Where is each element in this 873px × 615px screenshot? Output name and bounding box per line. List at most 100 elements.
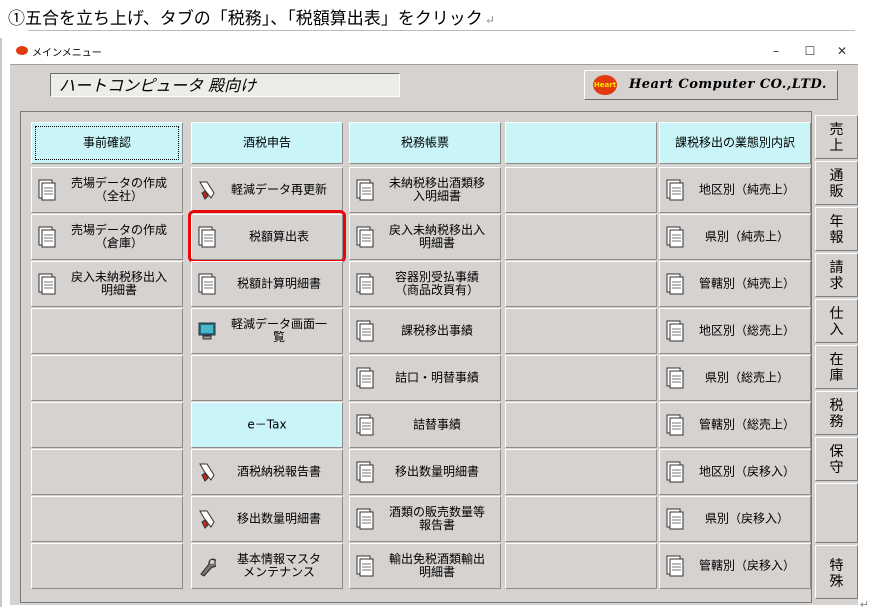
menu-button-liquor-tax-return-6[interactable]: 酒税納税報告書 [191,449,343,495]
empty-cell [31,402,183,448]
cell-label: 事前確認 [82,135,131,150]
document-icon [666,320,684,342]
document-icon [666,461,684,483]
cell-label: 税額算出表 [248,229,309,244]
menu-button-tax-forms-2[interactable]: 容器別受払事績 （商品改頁有） [349,261,501,307]
empty-cell [505,167,657,213]
side-tab-6[interactable]: 税 務 [815,391,858,435]
main-menu-window: メインメニュー – ☐ ✕ ハートコンピュータ 殿向け Heart Heart … [8,38,863,610]
monitor-icon [198,320,216,342]
document-icon [666,179,684,201]
side-tab-5[interactable]: 在 庫 [815,345,858,389]
empty-cell [31,308,183,354]
cell-label: 地区別（純売上） [698,182,795,197]
menu-button-taxable-breakdown-2[interactable]: 管轄別（純売上） [659,261,811,307]
menu-button-pre-check-2[interactable]: 戻入未納税移出入 明細書 [31,261,183,307]
empty-cell [505,261,657,307]
cell-label: 課税移出の業態別内訳 [674,135,795,150]
side-tab-empty [815,483,858,543]
customer-banner: ハートコンピュータ 殿向け [50,73,400,97]
menu-button-taxable-breakdown-3[interactable]: 地区別（総売上） [659,308,811,354]
menu-button-taxable-breakdown-0[interactable]: 地区別（純売上） [659,167,811,213]
side-tab-0[interactable]: 売 上 [815,115,858,159]
company-name: Heart Computer CO.,LTD. [629,77,827,92]
document-icon [38,273,56,295]
menu-button-liquor-tax-return-0[interactable]: 軽減データ再更新 [191,167,343,213]
document-icon [666,414,684,436]
wrench-icon [198,555,218,577]
side-tab-9[interactable]: 特 殊 [815,545,858,599]
minimize-button[interactable]: – [761,40,791,62]
side-tab-4[interactable]: 仕 入 [815,299,858,343]
empty-cell [505,214,657,260]
menu-button-tax-forms-7[interactable]: 酒類の販売数量等 報告書 [349,496,501,542]
menu-button-taxable-breakdown-1[interactable]: 県別（純売上） [659,214,811,260]
menu-button-liquor-tax-return-1[interactable]: 税額算出表 [191,214,343,260]
return-mark: ↵ [484,13,495,27]
menu-button-tax-forms-6[interactable]: 移出数量明細書 [349,449,501,495]
menu-button-liquor-tax-return-2[interactable]: 税額計算明細書 [191,261,343,307]
cell-label: 酒税申告 [242,135,291,150]
menu-button-tax-forms-1[interactable]: 戻入未納税移出入 明細書 [349,214,501,260]
cell-label: 未納税移出酒類移 入明細書 [388,176,485,203]
document-icon [356,226,374,248]
window-title: メインメニュー [32,48,102,59]
menu-button-liquor-tax-return-8[interactable]: 基本情報マスタ メンテナンス [191,543,343,589]
menu-button-pre-check-0[interactable]: 売場データの作成 （全社） [31,167,183,213]
cell-label: 軽減データ再更新 [230,182,327,197]
cell-label: 基本情報マスタ メンテナンス [236,552,321,579]
cell-label: 税務帳票 [400,135,449,150]
cell-label: e－Tax [247,417,287,432]
close-button[interactable]: ✕ [827,40,857,62]
document-icon [666,508,684,530]
menu-button-tax-forms-3[interactable]: 課税移出事績 [349,308,501,354]
cell-label: 県別（総売上） [704,370,789,385]
empty-cell [505,402,657,448]
document-icon [356,320,374,342]
empty-cell [31,543,183,589]
header-taxable-breakdown[interactable]: 課税移出の業態別内訳 [659,122,811,164]
document-icon [356,367,374,389]
document-icon [198,273,216,295]
side-tab-2[interactable]: 年 報 [815,207,858,251]
menu-button-tax-forms-5[interactable]: 詰替事績 [349,402,501,448]
document-icon [356,273,374,295]
empty-cell [505,543,657,589]
menu-button-tax-forms-4[interactable]: 詰口・明替事績 [349,355,501,401]
header-tax-forms[interactable]: 税務帳票 [349,122,501,164]
document-icon [356,555,374,577]
cell-label: 酒類の販売数量等 報告書 [388,505,485,532]
menu-button-liquor-tax-return-5[interactable]: e－Tax [191,402,343,448]
menu-button-taxable-breakdown-6[interactable]: 地区別（戻移入） [659,449,811,495]
side-tab-3[interactable]: 請 求 [815,253,858,297]
maximize-button[interactable]: ☐ [795,40,825,62]
menu-button-tax-forms-0[interactable]: 未納税移出酒類移 入明細書 [349,167,501,213]
empty-cell [505,308,657,354]
header-pre-check[interactable]: 事前確認 [31,122,183,164]
cell-label: 売場データの作成 （全社） [70,176,167,203]
cell-label: 詰替事績 [412,417,461,432]
menu-button-taxable-breakdown-4[interactable]: 県別（総売上） [659,355,811,401]
menu-button-taxable-breakdown-7[interactable]: 県別（戻移入） [659,496,811,542]
empty-cell [31,496,183,542]
menu-button-taxable-breakdown-5[interactable]: 管轄別（総売上） [659,402,811,448]
cell-label: 移出数量明細書 [394,464,479,479]
menu-button-liquor-tax-return-3[interactable]: 軽減データ画面一 覧 [191,308,343,354]
side-tab-7[interactable]: 保 守 [815,437,858,481]
header-liquor-tax-return[interactable]: 酒税申告 [191,122,343,164]
document-icon [198,226,216,248]
company-panel: Heart Heart Computer CO.,LTD. [584,70,838,100]
instruction-text: ①五合を立ち上げ、タブの「税務」、「税額算出表」をクリック [8,9,483,29]
menu-button-tax-forms-8[interactable]: 輸出免税酒類輸出 明細書 [349,543,501,589]
menu-button-pre-check-1[interactable]: 売場データの作成 （倉庫） [31,214,183,260]
side-tab-1[interactable]: 通 販 [815,161,858,205]
menu-button-taxable-breakdown-8[interactable]: 管轄別（戻移入） [659,543,811,589]
cell-label: 管轄別（戻移入） [698,558,795,573]
menu-button-liquor-tax-return-7[interactable]: 移出数量明細書 [191,496,343,542]
instruction-caption: ①五合を立ち上げ、タブの「税務」、「税額算出表」をクリック ↵ [8,4,495,29]
page-edge [0,38,2,607]
document-icon [356,461,374,483]
document-icon [356,508,374,530]
empty-cell [505,496,657,542]
document-icon [38,179,56,201]
